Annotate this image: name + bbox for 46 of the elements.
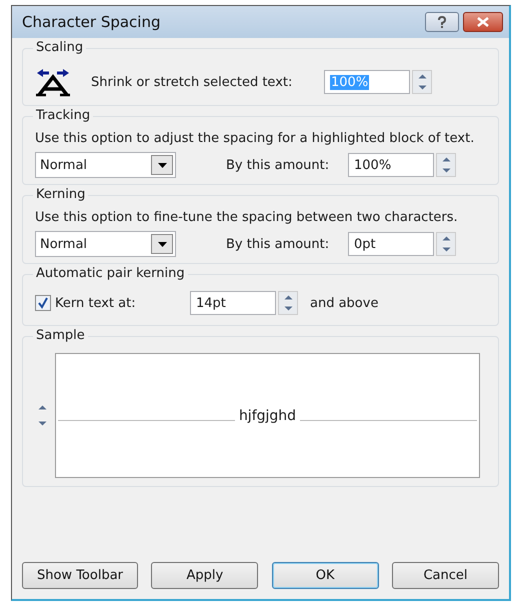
down-arrow-icon bbox=[284, 306, 292, 311]
sample-text: hjfgjghd bbox=[238, 408, 298, 424]
group-title: Sample bbox=[33, 328, 88, 343]
group-title: Kerning bbox=[33, 187, 88, 202]
down-arrow-icon bbox=[442, 168, 450, 173]
checkbox[interactable] bbox=[35, 295, 51, 311]
group-title: Scaling bbox=[33, 40, 86, 55]
dialog-button[interactable]: Apply bbox=[151, 562, 258, 589]
up-arrow-icon bbox=[38, 405, 46, 410]
up-arrow-icon bbox=[418, 74, 426, 79]
field-label: and above bbox=[310, 296, 378, 310]
field-label: Shrink or stretch selected text: bbox=[91, 74, 294, 90]
spin-button[interactable] bbox=[436, 232, 456, 256]
number-field[interactable]: 100% bbox=[348, 153, 434, 177]
window-title: Character Spacing bbox=[22, 13, 162, 31]
text-stretch-icon bbox=[35, 67, 71, 97]
group-title: Tracking bbox=[33, 108, 94, 123]
down-arrow-icon bbox=[38, 421, 46, 426]
dropdown[interactable]: Normal bbox=[35, 231, 176, 257]
number-field[interactable]: 0pt bbox=[348, 232, 434, 256]
check-icon bbox=[37, 297, 49, 309]
spin-button[interactable] bbox=[278, 291, 298, 315]
field-label: By this amount: bbox=[226, 236, 330, 252]
dropdown[interactable]: Normal bbox=[35, 152, 176, 178]
dropdown-arrow-icon bbox=[158, 242, 166, 246]
close-icon bbox=[477, 17, 489, 27]
dialog-button[interactable]: OK bbox=[272, 562, 379, 589]
up-arrow-icon bbox=[442, 236, 450, 241]
up-arrow-icon bbox=[284, 295, 292, 300]
down-arrow-icon bbox=[418, 85, 426, 90]
down-arrow-icon bbox=[442, 247, 450, 252]
up-arrow-icon bbox=[442, 157, 450, 162]
spin-button[interactable] bbox=[436, 153, 456, 177]
dialog-button[interactable]: Cancel bbox=[392, 562, 499, 589]
close-button[interactable] bbox=[463, 12, 503, 32]
field-label: By this amount: bbox=[226, 158, 330, 172]
checkbox-label: Kern text at: bbox=[55, 296, 137, 310]
dialog-button[interactable]: Show Toolbar bbox=[22, 562, 138, 589]
help-icon bbox=[437, 16, 447, 28]
help-button[interactable] bbox=[425, 12, 459, 32]
description-text: Use this option to fine-tune the spacing between two characters. bbox=[35, 210, 459, 225]
number-field[interactable]: 14pt bbox=[190, 291, 276, 315]
description-text: Use this option to adjust the spacing for a highlighted block of text. bbox=[35, 131, 476, 146]
group-title: Automatic pair kerning bbox=[33, 266, 188, 281]
dropdown-arrow-icon bbox=[158, 162, 166, 168]
spin-button[interactable] bbox=[412, 70, 432, 94]
